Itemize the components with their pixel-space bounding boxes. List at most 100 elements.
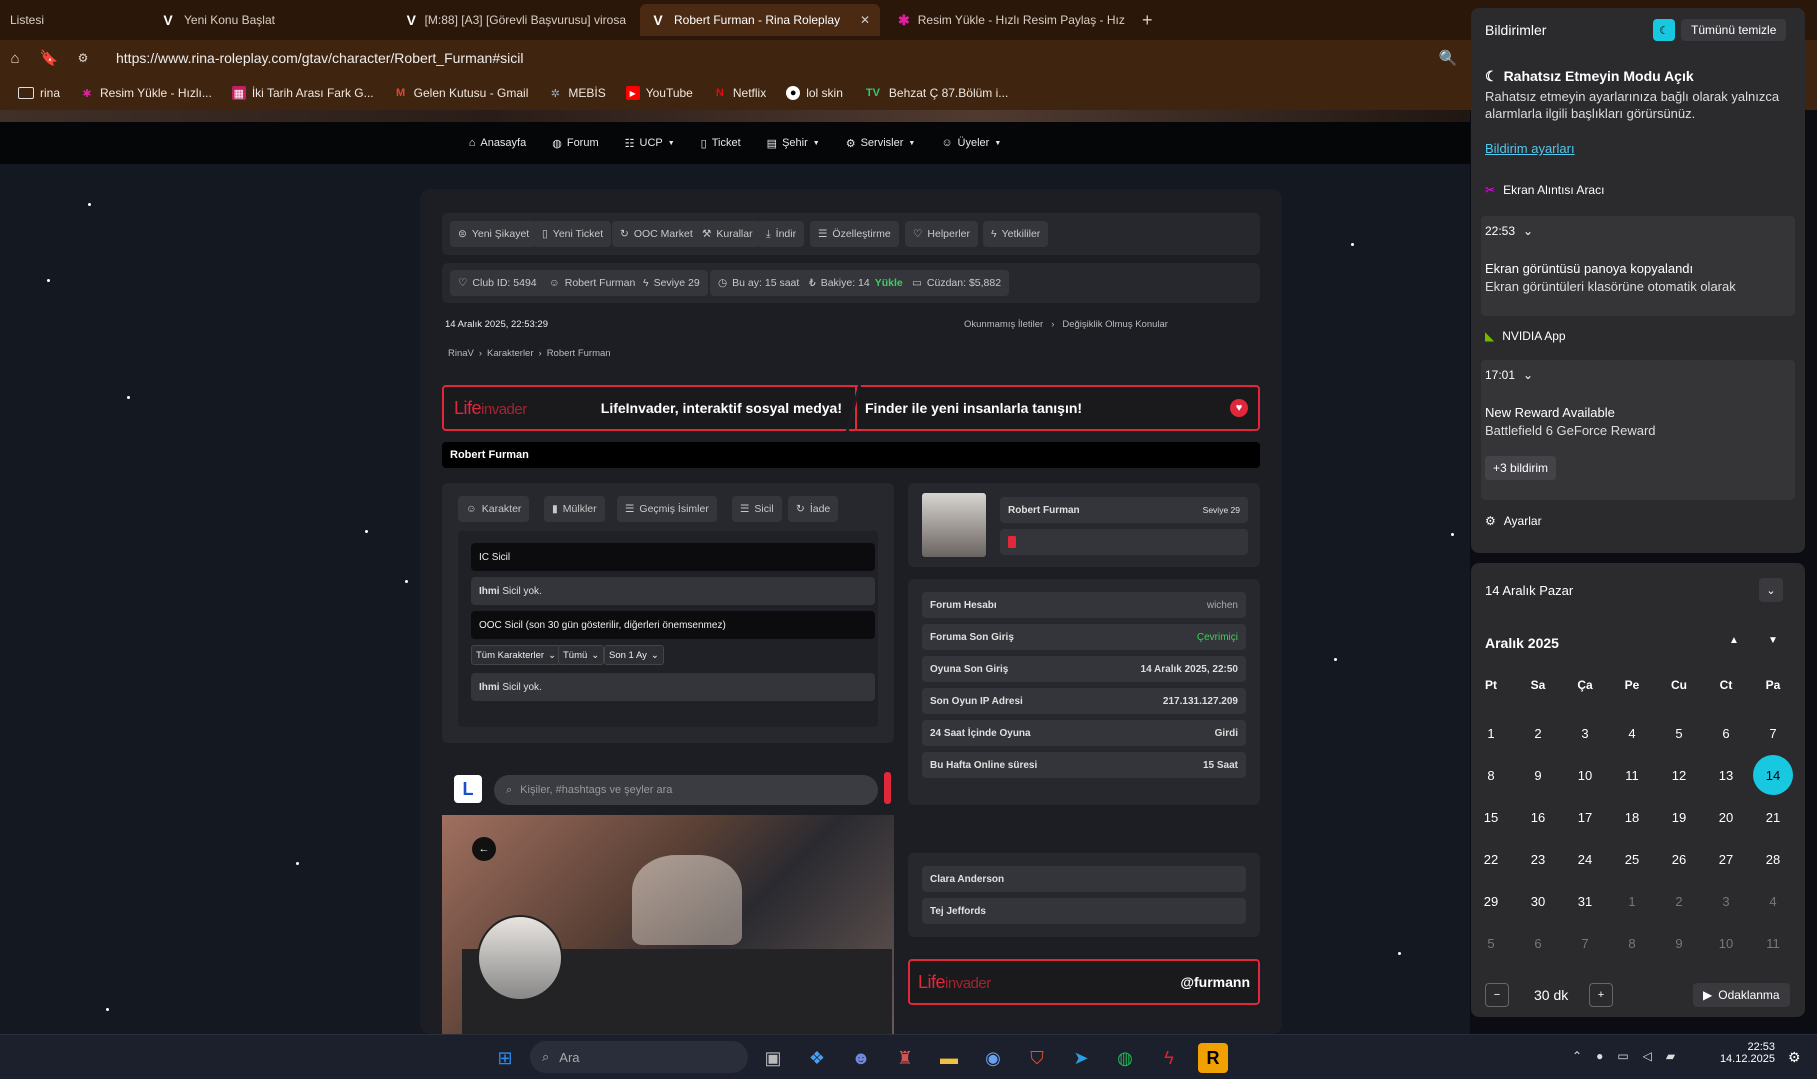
settings-link[interactable]: ⚙ Ayarlar [1485,514,1542,528]
tab-gecmis-isimler[interactable]: ☰ Geçmiş İsimler [617,496,717,522]
calendar-day[interactable]: 2 [1516,713,1560,753]
app-icon[interactable]: ◉ [978,1043,1008,1073]
bookmark-lol-skin[interactable]: ● lol skin [786,86,843,100]
calendar-day[interactable]: 1 [1469,713,1513,753]
bookmark-resim-yukle[interactable]: ✱ Resim Yükle - Hızlı... [80,86,211,100]
home-icon[interactable]: ⌂ [4,47,26,69]
filter-characters[interactable]: Tüm Karakterler ⌄ [471,645,562,665]
telegram-icon[interactable]: ➤ [1066,1043,1096,1073]
bookmark-icon[interactable]: 🔖 [38,47,60,69]
notification-bell-icon[interactable]: ⚙ [1788,1049,1801,1066]
bookmark-gmail[interactable]: M Gelen Kutusu - Gmail [394,86,528,100]
microphone-icon[interactable]: ● [1596,1049,1603,1063]
quick-link-sikayet[interactable]: ⊜ Yeni Şikayet [450,221,538,247]
quick-link-ooc-market[interactable]: ↻ OOC Market [612,221,701,247]
calendar-day-outside[interactable]: 3 [1704,881,1748,921]
nav-forum[interactable]: ◍ Forum [552,137,598,150]
nav-anasayfa[interactable]: ⌂ Anasayfa [469,137,527,149]
other-character-item[interactable]: Clara Anderson [922,866,1246,892]
quick-link-ticket[interactable]: ▯ Yeni Ticket [534,221,612,247]
bookmark-behzat[interactable]: TV Behzat Ç 87.Bölüm i... [863,86,1008,100]
calendar-day-outside[interactable]: 9 [1657,923,1701,963]
nav-ticket[interactable]: ▯ Ticket [701,137,741,150]
bookmark-mebis[interactable]: ✲ MEBİS [548,86,606,100]
tab-yeni-konu[interactable]: V Yeni Konu Başlat [150,4,390,36]
calendar-day[interactable]: 27 [1704,839,1748,879]
quick-link-helperler[interactable]: ♡ Helperler [905,221,979,247]
unread-link[interactable]: Okunmamış İletiler [964,319,1043,330]
dnd-toggle-icon[interactable]: ☾ [1653,19,1675,41]
filter-period[interactable]: Son 1 Ay ⌄ [604,645,664,665]
calendar-day[interactable]: 21 [1751,797,1795,837]
breadcrumb-item[interactable]: Karakterler [487,348,533,359]
calendar-day[interactable]: 31 [1563,881,1607,921]
calendar-day[interactable]: 10 [1563,755,1607,795]
calendar-day[interactable]: 11 [1610,755,1654,795]
notification-card[interactable]: 22:53 ⌄ Ekran görüntüsü panoya kopyalandı… [1481,216,1795,316]
bookmark-netflix[interactable]: N Netflix [713,86,766,100]
calendar-day[interactable]: 24 [1563,839,1607,879]
taskbar-search[interactable]: ⌕ Ara [530,1041,748,1073]
url-field[interactable]: https://www.rina-roleplay.com/gtav/chara… [116,50,523,66]
bookmark-tarih-fark[interactable]: ▦ İki Tarih Arası Fark G... [231,86,374,100]
tab-karakter[interactable]: ☺ Karakter [458,496,530,522]
calendar-day-outside[interactable]: 1 [1610,881,1654,921]
calendar-day[interactable]: 6 [1704,713,1748,753]
battery-icon[interactable]: ▰ [1666,1049,1675,1063]
zoom-icon[interactable]: 🔍 [1437,47,1459,69]
notification-settings-link[interactable]: Bildirim ayarları [1485,141,1575,156]
lifeinvader-profile-link[interactable]: Lifeinvader @furmann [908,959,1260,1005]
calendar-day[interactable]: 18 [1610,797,1654,837]
calendar-day[interactable]: 26 [1657,839,1701,879]
calendar-day-outside[interactable]: 11 [1751,923,1795,963]
calendar-day[interactable]: 14 [1753,755,1793,795]
user-chip[interactable]: ☺ Robert Furman [541,270,644,296]
calendar-day-outside[interactable]: 6 [1516,923,1560,963]
calendar-day[interactable]: 30 [1516,881,1560,921]
joystick-icon[interactable]: ♜ [890,1043,920,1073]
bookmark-youtube[interactable]: ▶ YouTube [625,86,693,100]
calendar-day-outside[interactable]: 10 [1704,923,1748,963]
calendar-day[interactable]: 29 [1469,881,1513,921]
nav-sehir[interactable]: ▤ Şehir ▼ [767,137,820,150]
calendar-day[interactable]: 23 [1516,839,1560,879]
calendar-day[interactable]: 22 [1469,839,1513,879]
calendar-day[interactable]: 13 [1704,755,1748,795]
filter-type[interactable]: Tümü ⌄ [558,645,605,665]
other-character-item[interactable]: Tej Jeffords [922,898,1246,924]
calendar-day-outside[interactable]: 2 [1657,881,1701,921]
site-info-icon[interactable]: ⚙ [72,47,94,69]
tab-robert-furman[interactable]: V Robert Furman - Rina Roleplay G ✕ [640,4,880,36]
feed-scrollbar[interactable] [884,772,891,804]
quick-link-yetkililer[interactable]: ϟ Yetkililer [983,221,1049,247]
calendar-day-outside[interactable]: 5 [1469,923,1513,963]
calendar-day[interactable]: 7 [1751,713,1795,753]
tab-resim-yukle[interactable]: ✱ Resim Yükle - Hızlı Resim Paylaş - Hız [888,4,1128,36]
nav-servisler[interactable]: ⚙ Servisler ▼ [846,137,916,150]
new-tab-icon[interactable]: + [1132,4,1162,36]
more-notifications-button[interactable]: +3 bildirim [1485,456,1557,480]
bookmark-rina[interactable]: rina [18,86,60,100]
calendar-day[interactable]: 19 [1657,797,1701,837]
discord-icon[interactable]: ☻ [846,1043,876,1073]
calendar-day[interactable]: 20 [1704,797,1748,837]
tab-listesi[interactable]: Listesi [0,4,140,36]
breadcrumb-item[interactable]: RinaV [448,348,474,359]
focus-button[interactable]: ▶ Odaklanma [1693,983,1790,1007]
quick-link-kurallar[interactable]: ⚒ Kurallar [694,221,761,247]
clear-all-button[interactable]: Tümünü temizle [1681,19,1787,41]
close-tab-icon[interactable]: ✕ [860,13,870,27]
file-explorer-icon[interactable]: ▬ [934,1043,964,1073]
start-menu-icon[interactable]: ⊞ [490,1043,520,1073]
breadcrumb-item[interactable]: Robert Furman [547,348,611,359]
calendar-day[interactable]: 12 [1657,755,1701,795]
tab-iade[interactable]: ↻ İade [788,496,839,522]
increase-focus-button[interactable]: + [1589,983,1613,1007]
calendar-day[interactable]: 4 [1610,713,1654,753]
lifeinvader-app-icon[interactable]: L [454,775,482,803]
quick-link-indir[interactable]: ⤓ İndir [758,221,805,247]
nav-ucp[interactable]: ☷ UCP ▼ [625,137,675,150]
bolt-app-icon[interactable]: ϟ [1154,1043,1184,1073]
calendar-day[interactable]: 8 [1469,755,1513,795]
quick-link-ozellestirme[interactable]: ☰ Özelleştirme [810,221,899,247]
